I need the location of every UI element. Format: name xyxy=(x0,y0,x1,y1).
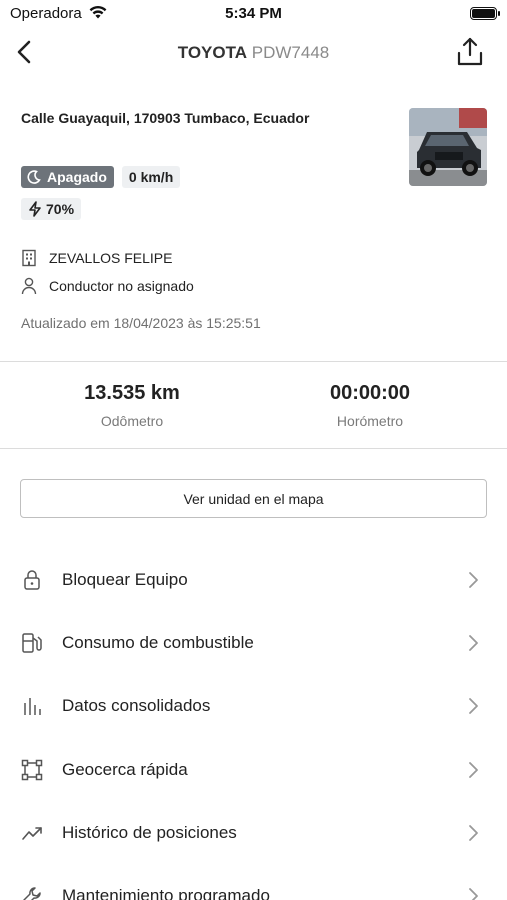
chevron-right-icon xyxy=(469,888,478,900)
ignition-status-label: Apagado xyxy=(47,169,107,185)
fuel-icon xyxy=(21,632,43,654)
page-title: TOYOTA PDW7448 xyxy=(0,43,507,63)
odometer-stat: 13.535 km Odômetro xyxy=(22,382,242,429)
user-icon xyxy=(21,277,37,295)
vehicle-address: Calle Guayaquil, 170903 Tumbaco, Ecuador xyxy=(21,110,310,126)
menu-item-label: Consumo de combustible xyxy=(62,633,254,652)
chevron-right-icon xyxy=(469,762,478,778)
menu-item-label: Bloquear Equipo xyxy=(62,570,188,589)
building-icon xyxy=(22,249,36,267)
ignition-status-badge: Apagado xyxy=(21,166,114,188)
bar-chart-icon xyxy=(21,695,43,717)
menu-item-fuel-consumption[interactable]: Consumo de combustible xyxy=(0,623,507,663)
battery-icon xyxy=(470,7,500,20)
share-icon[interactable] xyxy=(455,36,485,68)
vehicle-plate: PDW7448 xyxy=(251,43,330,62)
wrench-icon xyxy=(21,885,43,900)
driver-name: Conductor no asignado xyxy=(49,278,194,294)
view-on-map-button[interactable]: Ver unidad en el mapa xyxy=(20,479,487,518)
hourmeter-value: 00:00:00 xyxy=(329,382,411,404)
company-name: ZEVALLOS FELIPE xyxy=(49,250,173,266)
moon-icon xyxy=(27,170,41,184)
status-badges: Apagado 0 km/h xyxy=(21,166,181,188)
last-updated: Atualizado em 18/04/2023 às 15:25:51 xyxy=(21,315,261,331)
divider xyxy=(0,448,507,449)
menu-item-quick-geofence[interactable]: Geocerca rápida xyxy=(0,750,507,790)
speed-badge: 0 km/h xyxy=(121,166,181,188)
battery-badge: 70% xyxy=(21,198,82,220)
hourmeter-stat: 00:00:00 Horómetro xyxy=(260,382,480,429)
chevron-right-icon xyxy=(469,572,478,588)
chevron-right-icon xyxy=(469,635,478,651)
odometer-value: 13.535 km xyxy=(84,382,180,404)
geofence-icon xyxy=(21,759,43,781)
driver-row: Conductor no asignado xyxy=(21,277,194,295)
divider xyxy=(0,361,507,362)
menu-item-lock-equipment[interactable]: Bloquear Equipo xyxy=(0,560,507,600)
menu-item-label: Datos consolidados xyxy=(62,696,211,715)
lock-icon xyxy=(21,569,43,591)
menu-item-label: Geocerca rápida xyxy=(62,760,188,779)
chevron-right-icon xyxy=(469,825,478,841)
hourmeter-label: Horómetro xyxy=(336,413,404,429)
menu-item-position-history[interactable]: Histórico de posiciones xyxy=(0,813,507,853)
odometer-label: Odômetro xyxy=(100,413,164,429)
trend-icon xyxy=(21,822,43,844)
menu-item-scheduled-maintenance[interactable]: Mantenimiento programado xyxy=(0,876,507,900)
battery-level: 70% xyxy=(46,201,75,217)
vehicle-photo[interactable] xyxy=(409,108,487,186)
menu-item-label: Mantenimiento programado xyxy=(62,886,270,900)
menu-item-label: Histórico de posiciones xyxy=(62,823,237,842)
nav-bar: TOYOTA PDW7448 xyxy=(0,30,507,76)
chevron-right-icon xyxy=(469,698,478,714)
lightning-icon xyxy=(29,201,41,217)
company-row: ZEVALLOS FELIPE xyxy=(21,249,172,267)
menu-item-consolidated-data[interactable]: Datos consolidados xyxy=(0,686,507,726)
status-bar: Operadora 5:34 PM xyxy=(0,0,507,28)
clock: 5:34 PM xyxy=(225,5,282,22)
vehicle-brand: TOYOTA xyxy=(177,43,248,62)
